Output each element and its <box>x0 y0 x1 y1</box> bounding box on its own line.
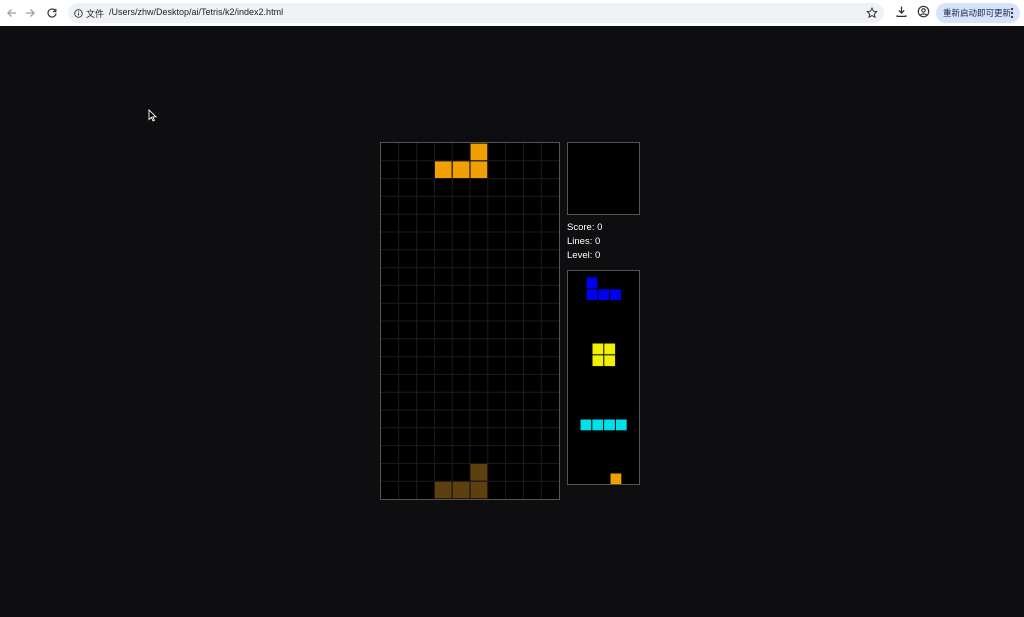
back-button[interactable] <box>4 5 20 21</box>
next-piece-block-i <box>580 419 592 431</box>
active-piece-block <box>452 161 470 178</box>
profile-icon[interactable] <box>917 5 930 23</box>
info-icon <box>74 8 83 18</box>
bookmark-star-icon[interactable] <box>866 6 878 24</box>
lines-label: Lines: <box>567 236 593 247</box>
next-piece-block-i <box>615 419 627 431</box>
more-menu-icon[interactable] <box>1010 7 1014 22</box>
update-relaunch-label: 重新启动即可更新 <box>943 9 1012 19</box>
mouse-cursor-icon <box>148 108 158 127</box>
game-board[interactable] <box>380 142 560 500</box>
level-row: Level: 0 <box>567 249 602 263</box>
next-piece-block-j <box>586 277 598 289</box>
level-value: 0 <box>595 250 601 261</box>
active-piece-block <box>470 143 488 161</box>
forward-arrow-icon <box>26 9 35 17</box>
level-label: Level: <box>567 250 593 261</box>
active-piece-block <box>470 161 488 178</box>
stats-panel: Score: 0 Lines: 0 Level: 0 <box>567 221 602 263</box>
ghost-piece-block <box>470 481 488 499</box>
next-piece-block-o <box>592 343 604 355</box>
forward-button[interactable] <box>22 5 38 21</box>
site-info-chip[interactable]: 文件 <box>74 6 104 20</box>
lines-value: 0 <box>595 236 601 247</box>
update-relaunch-button[interactable]: 重新启动即可更新 <box>936 3 1020 23</box>
site-info-label: 文件 <box>86 9 105 20</box>
reload-button[interactable] <box>44 5 60 21</box>
hold-piece-box <box>567 142 640 215</box>
next-piece-block-j <box>598 289 610 301</box>
reload-icon <box>47 8 57 18</box>
board-grid <box>381 143 559 499</box>
ghost-piece-block <box>470 464 488 481</box>
next-piece-block-l <box>610 473 622 484</box>
next-pieces-preview <box>580 277 627 484</box>
score-label: Score: <box>567 222 595 233</box>
ghost-piece-block <box>452 481 470 499</box>
browser-toolbar: 文件 /Users/zhw/Desktop/ai/Tetris/k2/index… <box>0 0 1024 26</box>
address-bar[interactable]: 文件 /Users/zhw/Desktop/ai/Tetris/k2/index… <box>68 3 884 23</box>
score-value: 0 <box>597 222 603 233</box>
next-piece-block-j <box>586 289 598 301</box>
active-piece-block <box>435 161 452 178</box>
next-piece-block-i <box>604 419 615 431</box>
ghost-piece-block <box>435 481 452 499</box>
lines-row: Lines: 0 <box>567 235 602 249</box>
back-arrow-icon <box>7 9 16 17</box>
next-piece-block-o <box>592 355 604 367</box>
next-piece-block-o <box>604 355 616 367</box>
url-text[interactable]: /Users/zhw/Desktop/ai/Tetris/k2/index2.h… <box>109 7 283 17</box>
download-icon[interactable] <box>895 5 908 23</box>
next-piece-block-j <box>610 289 621 301</box>
next-piece-block-i <box>592 419 604 431</box>
next-piece-block-o <box>604 343 616 355</box>
score-row: Score: 0 <box>567 221 602 235</box>
next-pieces-box <box>567 270 640 485</box>
